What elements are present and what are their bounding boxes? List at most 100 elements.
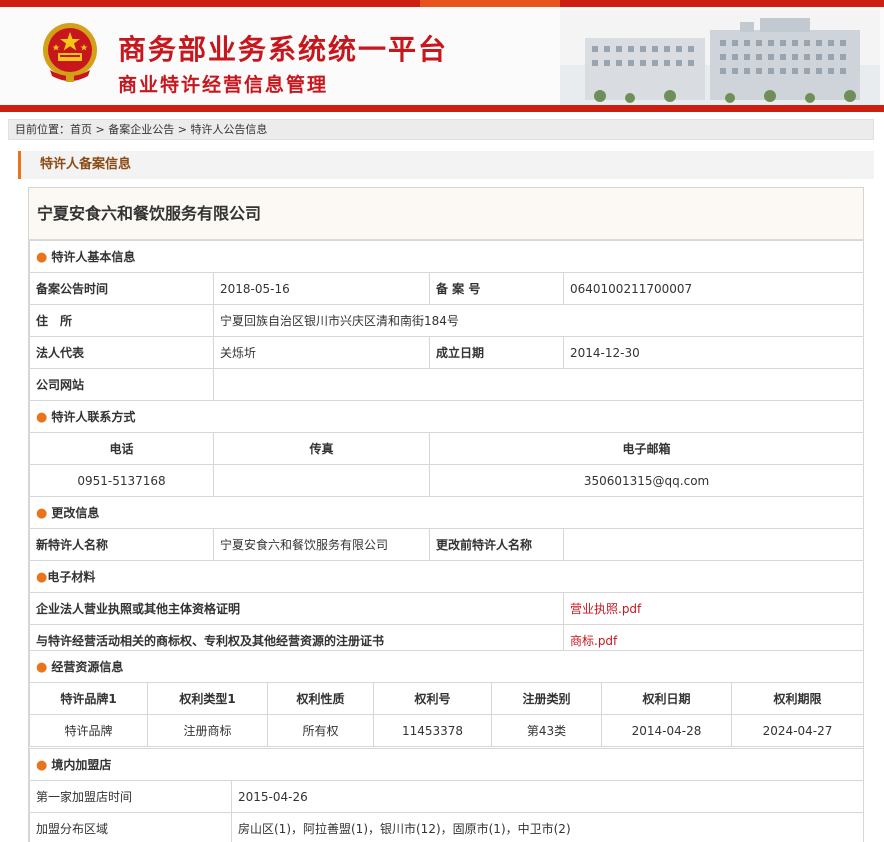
- table-row: 法人代表 关烁圻 成立日期 2014-12-30: [29, 336, 865, 369]
- breadcrumb-current: 特许人公告信息: [190, 123, 268, 136]
- section-row: ● 特许人基本信息: [28, 240, 865, 273]
- site-header: 商务部业务系统统一平台 商业特许经营信息管理: [0, 0, 884, 112]
- heading-text: 特许人联系方式: [51, 410, 136, 424]
- column-header: 权利日期: [601, 682, 732, 715]
- legal-rep-label: 法人代表: [29, 336, 214, 369]
- region-label: 加盟分布区域: [29, 812, 232, 842]
- column-header: 权利类型1: [147, 682, 268, 715]
- new-name-value: 宁夏安食六和餐饮服务有限公司: [213, 528, 430, 561]
- address-value: 宁夏回族自治区银川市兴庆区清和南街184号: [212, 304, 865, 337]
- license-label: 企业法人营业执照或其他主体资格证明: [29, 592, 564, 625]
- header-bottom-line: [0, 105, 884, 112]
- license-file-link[interactable]: 营业执照.pdf: [570, 602, 641, 616]
- column-header: 权利性质: [267, 682, 374, 715]
- heading-text: 电子材料: [47, 570, 96, 584]
- table-row: 公司网站: [29, 368, 865, 401]
- table-row: 备案公告时间 2018-05-16 备 案 号 0640100211700007: [29, 272, 865, 305]
- change-heading: ● 更改信息: [28, 496, 865, 529]
- table-cell: 特许品牌: [29, 714, 148, 747]
- trademark-file-link[interactable]: 商标.pdf: [570, 634, 617, 648]
- table-cell: 第43类: [491, 714, 602, 747]
- email-header: 电子邮箱: [428, 432, 865, 465]
- filing-date-value: 2018-05-16: [213, 272, 430, 305]
- section-row: ● 特许人联系方式: [28, 400, 865, 433]
- table-cell: 所有权: [267, 714, 374, 747]
- first-store-label: 第一家加盟店时间: [29, 780, 232, 813]
- breadcrumb-filed-companies-link[interactable]: 备案企业公告: [108, 123, 174, 136]
- section-row: ● 境内加盟店: [28, 748, 865, 781]
- platform-title: 商务部业务系统统一平台: [118, 33, 449, 66]
- column-header: 特许品牌1: [29, 682, 148, 715]
- breadcrumb-separator: >: [174, 123, 191, 136]
- table-row: 第一家加盟店时间 2015-04-26: [29, 780, 865, 813]
- breadcrumb-prefix: 目前位置：: [15, 123, 70, 136]
- established-value: 2014-12-30: [562, 336, 865, 369]
- ministry-building-image: [560, 10, 880, 105]
- section-row: ●电子材料: [28, 560, 865, 593]
- resources-heading: ● 经营资源信息: [28, 650, 865, 683]
- breadcrumb: 目前位置：首页 > 备案企业公告 > 特许人公告信息: [8, 119, 874, 140]
- bullet-icon: ●: [36, 758, 48, 773]
- heading-text: 境内加盟店: [51, 758, 112, 772]
- contact-heading: ● 特许人联系方式: [28, 400, 865, 433]
- established-label: 成立日期: [429, 336, 564, 369]
- email-value: 350601315@qq.com: [428, 464, 865, 497]
- fax-header: 传真: [213, 432, 430, 465]
- record-no-label: 备 案 号: [429, 272, 564, 305]
- company-name: 宁夏安食六和餐饮服务有限公司: [29, 188, 863, 240]
- table-row: 特许品牌 注册商标 所有权 11453378 第43类 2014-04-28 2…: [29, 714, 865, 747]
- heading-text: 经营资源信息: [51, 660, 124, 674]
- table-row: 电话 传真 电子邮箱: [29, 432, 865, 465]
- bullet-icon: ●: [36, 660, 48, 675]
- franchisor-panel: 宁夏安食六和餐饮服务有限公司 ● 特许人基本信息 备案公告时间 2018-05-1…: [28, 187, 865, 842]
- table-cell: 2024-04-27: [730, 714, 865, 747]
- address-label: 住 所: [29, 304, 214, 337]
- fax-value: [213, 464, 430, 497]
- column-header: 权利期限: [730, 682, 865, 715]
- franchisor-info-table: ● 特许人基本信息 备案公告时间 2018-05-16 备 案 号 0640100…: [28, 240, 865, 657]
- resources-table: ● 经营资源信息 特许品牌1 权利类型1 权利性质 权利号 注册类别 权利日期 权…: [28, 650, 865, 747]
- legal-rep-value: 关烁圻: [213, 336, 430, 369]
- stores-table: ● 境内加盟店 第一家加盟店时间 2015-04-26 加盟分布区域 房山区(1)…: [28, 748, 865, 842]
- old-name-value: [562, 528, 865, 561]
- bullet-icon: ●: [36, 506, 48, 521]
- region-value: 房山区(1)，阿拉善盟(1)，银川市(12)，固原市(1)，中卫市(2): [230, 812, 865, 842]
- bullet-icon: ●: [36, 570, 48, 585]
- old-name-label: 更改前特许人名称: [429, 528, 564, 561]
- first-store-value: 2015-04-26: [230, 780, 865, 813]
- heading-text: 更改信息: [51, 506, 100, 520]
- phone-header: 电话: [29, 432, 214, 465]
- table-row: 加盟分布区域 房山区(1)，阿拉善盟(1)，银川市(12)，固原市(1)，中卫市…: [29, 812, 865, 842]
- basic-info-heading: ● 特许人基本信息: [28, 240, 865, 273]
- section-title: 特许人备案信息: [18, 151, 874, 179]
- website-label: 公司网站: [29, 368, 214, 401]
- table-cell: 2014-04-28: [601, 714, 732, 747]
- heading-text: 特许人基本信息: [51, 250, 136, 264]
- new-name-label: 新特许人名称: [29, 528, 214, 561]
- phone-value: 0951-5137168: [29, 464, 214, 497]
- bullet-icon: ●: [36, 250, 48, 265]
- platform-subtitle: 商业特许经营信息管理: [118, 74, 329, 96]
- filing-date-label: 备案公告时间: [29, 272, 214, 305]
- materials-heading: ●电子材料: [28, 560, 865, 593]
- table-cell: 注册商标: [147, 714, 268, 747]
- column-header: 注册类别: [491, 682, 602, 715]
- table-cell: 11453378: [373, 714, 492, 747]
- national-emblem-icon: [43, 23, 97, 82]
- table-row: 新特许人名称 宁夏安食六和餐饮服务有限公司 更改前特许人名称: [29, 528, 865, 561]
- record-no-value: 0640100211700007: [562, 272, 865, 305]
- stores-heading: ● 境内加盟店: [28, 748, 865, 781]
- header-top-accent: [420, 0, 560, 7]
- website-value: [212, 368, 865, 401]
- column-header: 权利号: [373, 682, 492, 715]
- table-header-row: 特许品牌1 权利类型1 权利性质 权利号 注册类别 权利日期 权利期限: [29, 682, 865, 715]
- breadcrumb-home-link[interactable]: 首页: [70, 123, 92, 136]
- license-file-cell: 营业执照.pdf: [562, 592, 865, 625]
- section-row: ● 更改信息: [28, 496, 865, 529]
- breadcrumb-separator: >: [92, 123, 109, 136]
- table-row: 0951-5137168 350601315@qq.com: [29, 464, 865, 497]
- section-row: ● 经营资源信息: [28, 650, 865, 683]
- bullet-icon: ●: [36, 410, 48, 425]
- table-row: 住 所 宁夏回族自治区银川市兴庆区清和南街184号: [29, 304, 865, 337]
- table-row: 企业法人营业执照或其他主体资格证明 营业执照.pdf: [29, 592, 865, 625]
